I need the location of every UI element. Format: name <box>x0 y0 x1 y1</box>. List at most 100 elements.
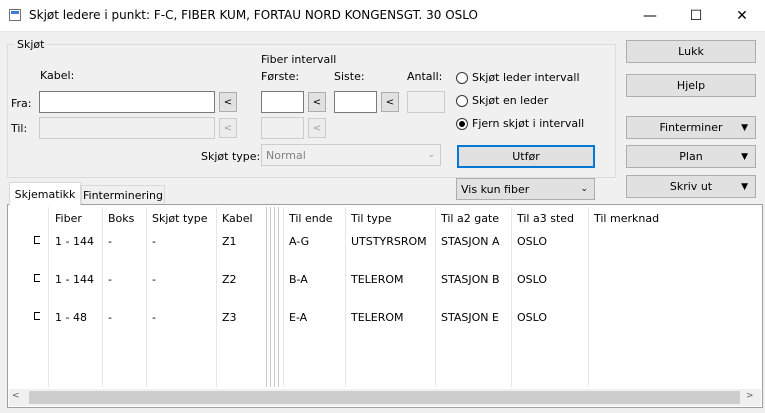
column-header-kabel[interactable]: Kabel <box>222 212 253 225</box>
cell-til-a2: STASJON A <box>441 235 500 248</box>
radio-fjern-skjot-i-intervall[interactable] <box>456 118 468 130</box>
column-divider <box>588 207 589 387</box>
antall-input <box>407 91 445 113</box>
radio-skjot-leder-intervall[interactable] <box>456 72 468 84</box>
finterminer-button[interactable]: Finterminer ▼ <box>626 116 756 139</box>
skjot-type-value: Normal <box>266 148 306 162</box>
column-divider <box>511 207 512 387</box>
radio-label-skjot-leder-intervall[interactable]: Skjøt leder intervall <box>472 71 580 84</box>
lukk-button[interactable]: Lukk <box>626 40 756 63</box>
scroll-right-icon[interactable]: > <box>746 391 754 401</box>
finterminer-label: Finterminer <box>659 121 723 134</box>
scroll-left-icon[interactable]: < <box>12 391 20 401</box>
til-forste-picker-button[interactable]: < <box>308 118 326 138</box>
column-divider <box>435 207 436 387</box>
dropdown-arrow-icon: ▼ <box>741 152 748 162</box>
cell-til-a3: OSLO <box>517 235 548 248</box>
cell-kabel: Z1 <box>222 235 237 248</box>
plan-button[interactable]: Plan ▼ <box>626 145 756 168</box>
cell-skjot-type: - <box>152 273 156 286</box>
close-button[interactable]: ✕ <box>719 0 765 31</box>
til-cable-picker-button[interactable]: < <box>219 118 237 138</box>
column-divider <box>216 207 217 387</box>
til-forste-input[interactable] <box>261 117 304 139</box>
siste-input[interactable] <box>334 91 377 113</box>
siste-label: Siste: <box>334 70 365 83</box>
column-divider <box>270 207 271 387</box>
fiber-connector-icon <box>34 274 40 282</box>
cell-til-type: UTSTYRSROM <box>351 235 427 248</box>
cell-til-type: TELEROM <box>351 273 404 286</box>
tab-finterminering[interactable]: Finterminering <box>81 185 165 205</box>
column-divider <box>48 207 49 387</box>
fiber-filter-value: Vis kun fiber <box>461 182 530 196</box>
fiber-connector-icon <box>34 312 40 320</box>
fra-label: Fra: <box>11 97 32 110</box>
dropdown-arrow-icon: ▼ <box>741 182 748 192</box>
cell-til-a3: OSLO <box>517 273 548 286</box>
cell-skjot-type: - <box>152 311 156 324</box>
app-icon <box>9 9 21 21</box>
column-header-til-a2-gate[interactable]: Til a2 gate <box>441 212 499 225</box>
cell-til-ende: B-A <box>289 273 308 286</box>
cell-til-ende: A-G <box>289 235 310 248</box>
utfor-button[interactable]: Utfør <box>457 145 595 168</box>
hjelp-button[interactable]: Hjelp <box>626 74 756 97</box>
cell-kabel: Z2 <box>222 273 237 286</box>
cell-skjot-type: - <box>152 235 156 248</box>
fiber-connector-icon <box>34 236 40 244</box>
radio-skjot-en-leder[interactable] <box>456 95 468 107</box>
forste-input[interactable] <box>261 91 304 113</box>
fiber-filter-select[interactable]: Vis kun fiber ⌄ <box>456 178 595 200</box>
column-header-fiber[interactable]: Fiber <box>55 212 82 225</box>
cell-til-a2: STASJON B <box>441 273 500 286</box>
scrollbar-thumb[interactable] <box>29 391 740 404</box>
column-header-boks[interactable]: Boks <box>108 212 134 225</box>
fiber-intervall-label: Fiber intervall <box>261 53 337 66</box>
til-label: Til: <box>11 122 28 135</box>
window-title: Skjøt ledere i punkt: F-C, FIBER KUM, FO… <box>29 8 478 22</box>
cell-fiber: 1 - 144 <box>55 273 94 286</box>
column-header-til-type[interactable]: Til type <box>351 212 392 225</box>
column-divider <box>146 207 147 387</box>
fra-cable-picker-button[interactable]: < <box>219 92 237 112</box>
radio-label-fjern-skjot-i-intervall[interactable]: Fjern skjøt i intervall <box>472 117 584 130</box>
column-header-til-a3-sted[interactable]: Til a3 sted <box>517 212 574 225</box>
column-header-til-merknad[interactable]: Til merknad <box>594 212 659 225</box>
cell-til-a2: STASJON E <box>441 311 499 324</box>
dropdown-arrow-icon: ▼ <box>741 123 748 133</box>
maximize-button[interactable]: ☐ <box>673 0 719 31</box>
column-divider <box>283 207 284 387</box>
cell-til-a3: OSLO <box>517 311 548 324</box>
siste-picker-button[interactable]: < <box>381 92 399 112</box>
chevron-down-icon: ⌄ <box>427 150 435 160</box>
chevron-down-icon: ⌄ <box>580 184 588 194</box>
minimize-button[interactable]: — <box>627 0 673 31</box>
skjot-type-label: Skjøt type: <box>201 150 261 163</box>
skriv-ut-button[interactable]: Skriv ut ▼ <box>626 175 756 198</box>
cell-fiber: 1 - 48 <box>55 311 87 324</box>
cell-boks: - <box>108 235 112 248</box>
kabel-label: Kabel: <box>40 69 75 82</box>
column-header-skjot-type[interactable]: Skjøt type <box>152 212 208 225</box>
cell-boks: - <box>108 311 112 324</box>
forste-picker-button[interactable]: < <box>308 92 326 112</box>
skriv-ut-label: Skriv ut <box>669 180 713 193</box>
fra-cable-input[interactable] <box>39 91 215 113</box>
plan-label: Plan <box>679 150 703 163</box>
skjot-type-select[interactable]: Normal ⌄ <box>261 144 441 166</box>
til-cable-input[interactable] <box>39 117 215 139</box>
column-divider <box>274 207 275 387</box>
column-divider <box>345 207 346 387</box>
radio-label-skjot-en-leder[interactable]: Skjøt en leder <box>472 94 548 107</box>
cell-fiber: 1 - 144 <box>55 235 94 248</box>
column-header-til-ende[interactable]: Til ende <box>289 212 332 225</box>
cell-kabel: Z3 <box>222 311 237 324</box>
tab-skjematikk[interactable]: Skjematikk <box>9 182 81 205</box>
antall-label: Antall: <box>407 70 443 83</box>
cell-boks: - <box>108 273 112 286</box>
cell-til-ende: E-A <box>289 311 308 324</box>
column-divider <box>102 207 103 387</box>
group-title: Skjøt <box>14 38 48 51</box>
column-divider <box>278 207 279 387</box>
